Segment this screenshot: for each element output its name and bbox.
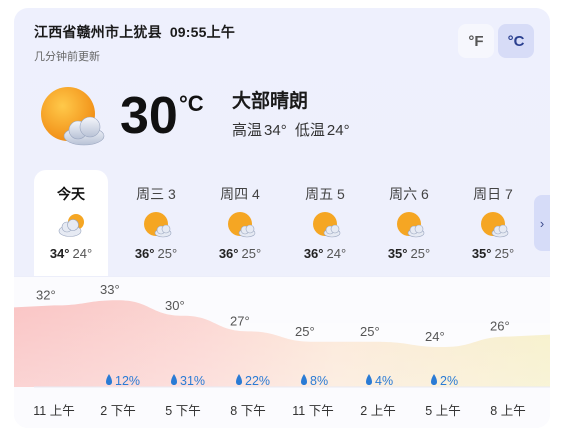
day-thu[interactable]: 周四 4 36° 25° [203,170,277,280]
hourly-temp-label: 32° [36,287,56,302]
sun-cloud-icon [144,212,172,238]
day-high: 35° [471,246,492,261]
current-time: 09:55上午 [169,24,236,40]
day-name: 今天 [57,186,85,202]
day-temps: 36° 25° [203,246,277,261]
day-wed[interactable]: 周三 3 36° 25° [119,170,193,280]
hourly-time-label: 5 下午 [165,404,200,418]
hourly-temp-label: 25° [295,324,315,339]
sun-cloud-icon [313,212,341,238]
low-label: 低温 [294,122,325,139]
day-low: 25° [410,246,431,261]
hourly-time-label: 8 上午 [490,404,525,418]
hourly-time-label: 5 上午 [425,404,460,418]
day-low: 25° [494,246,515,261]
hourly-time-label: 8 下午 [230,404,265,418]
hourly-time-label: 11 上午 [33,404,74,418]
hourly-temp-label: 25° [360,324,380,339]
day-high: 34° [49,246,70,261]
sun-cloud-icon [41,87,105,146]
precip-value: 8% [310,374,328,388]
next-days-button[interactable]: › [534,195,550,251]
unit-toggle: °F °C [458,24,534,58]
day-low: 25° [157,246,178,261]
location-header: 江西省赣州市上犹县 09:55上午 [34,22,235,42]
day-temps: 34° 24° [34,246,108,261]
day-name: 周三 3 [136,186,176,202]
current-temperature: 30 [120,87,178,145]
hourly-temp-label: 30° [165,298,185,313]
day-low: 24° [72,246,93,261]
sun-cloud-icon [228,212,256,238]
low-value: 24° [326,122,350,139]
current-condition: 大部晴朗 [232,91,309,112]
day-temps: 36° 25° [119,246,193,261]
cloud-sun-icon [58,214,84,237]
hourly-time-label: 2 下午 [100,404,135,418]
hourly-time-label: 11 下午 [292,404,333,418]
day-high: 36° [134,246,155,261]
hourly-time-label: 2 上午 [360,404,395,418]
sun-cloud-icon [481,212,509,238]
celsius-button[interactable]: °C [498,24,534,58]
day-high: 36° [218,246,239,261]
day-high: 36° [303,246,324,261]
hourly-forecast: 32° 33° 30° 27° 25° 25° 24° 26° 12% 31% 22% 8% 4% 2%… [14,276,550,428]
hourly-temp-label: 24° [425,329,445,344]
precip-value: 12% [115,374,140,388]
day-name: 周四 4 [220,186,260,202]
day-temps: 36° 24° [288,246,362,261]
hourly-temp-label: 27° [230,313,250,328]
daily-forecast: 今天 34° 24° 周三 3 36° 25° 周四 4 36° 25° 周五 5 [34,170,550,282]
high-label: 高温 [232,122,263,139]
precip-value: 2% [440,374,458,388]
day-low: 25° [241,246,262,261]
day-high: 35° [387,246,408,261]
hourly-temp-label: 33° [100,282,120,297]
day-name: 周五 5 [305,186,345,202]
day-today[interactable]: 今天 34° 24° [34,170,108,282]
day-sat[interactable]: 周六 6 35° 25° [372,170,446,280]
high-low-summary: 高温 34° 低温 24° [232,119,350,140]
precip-value: 31% [180,374,205,388]
fahrenheit-button[interactable]: °F [458,24,494,58]
chevron-right-icon: › [539,215,545,231]
precip-value: 22% [245,374,270,388]
day-name: 周日 7 [473,186,513,202]
hourly-temperature-chart: 32° 33° 30° 27° 25° 25° 24° 26° 12% 31% 22% 8% 4% 2%… [14,277,550,418]
location-name: 江西省赣州市上犹县 [34,24,162,40]
day-low: 24° [326,246,347,261]
weather-card: 江西省赣州市上犹县 09:55上午 几分钟前更新 °F °C 30 °C 大部晴朗… [14,8,550,428]
updated-text: 几分钟前更新 [34,51,100,63]
sun-cloud-icon [397,212,425,238]
hourly-temp-label: 26° [490,319,510,334]
temperature-unit: °C [179,91,204,116]
day-temps: 35° 25° [456,246,530,261]
area-fade [14,277,550,387]
high-value: 34° [264,122,287,139]
precip-value: 4% [375,374,393,388]
day-sun[interactable]: 周日 7 35° 25° [456,170,530,280]
day-temps: 35° 25° [372,246,446,261]
day-name: 周六 6 [389,186,429,202]
day-fri[interactable]: 周五 5 36° 24° [288,170,362,280]
